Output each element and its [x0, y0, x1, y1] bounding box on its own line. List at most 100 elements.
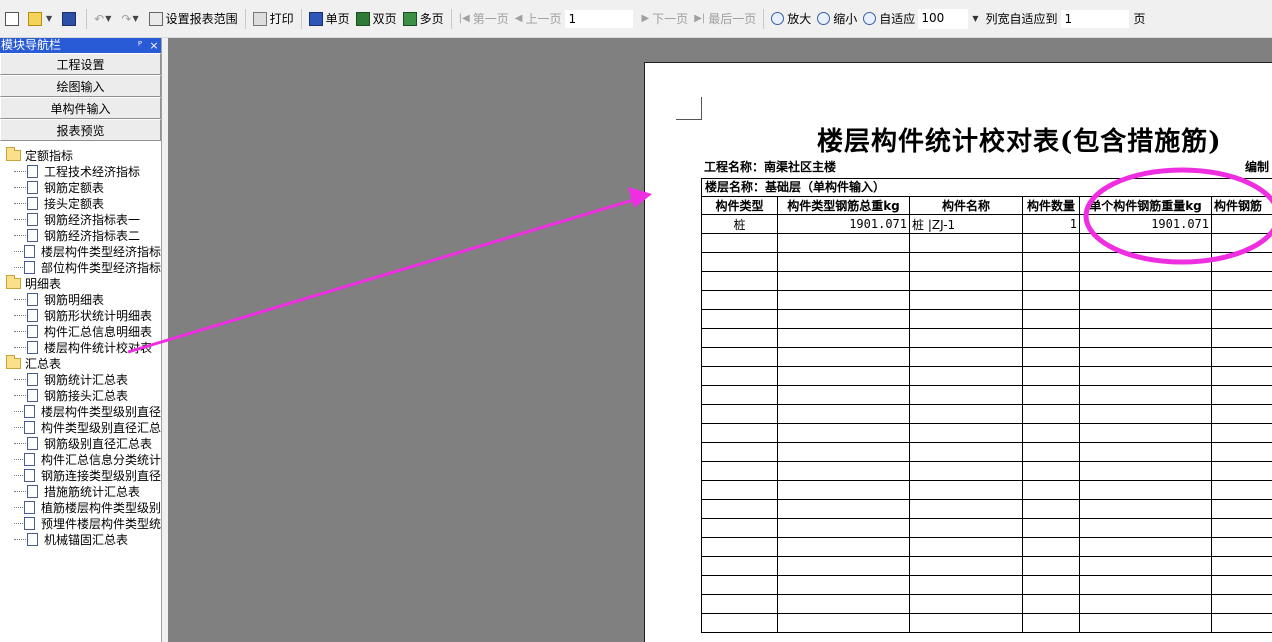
report-table: 构件类型 构件类型钢筋总重kg 构件名称 构件数量 单个构件钢筋重量kg 构件钢… [701, 196, 1272, 633]
tree-item[interactable]: 植筋楼层构件类型级别 [0, 499, 161, 515]
tree-item-floor-component-check[interactable]: 楼层构件统计校对表 [0, 339, 161, 355]
tree-connector [14, 394, 26, 396]
table-row-empty [701, 575, 1272, 595]
table-cell [1211, 328, 1272, 348]
set-range-button[interactable]: 设置报表范围 [146, 7, 241, 31]
next-page-button[interactable]: ▶ 下一页 [638, 7, 691, 31]
table-cell [1022, 423, 1080, 443]
redo-button[interactable]: ↷ ▼ [118, 7, 145, 31]
table-cell [909, 480, 1023, 500]
tree-item[interactable]: 构件类型级别直径汇总 [0, 419, 161, 435]
tree-item[interactable]: 措施筋统计汇总表 [0, 483, 161, 499]
document-icon [27, 532, 38, 546]
tree-item[interactable]: 机械锚固汇总表 [0, 531, 161, 547]
table-cell [1079, 290, 1212, 310]
open-dropdown-caret-icon[interactable]: ▼ [46, 14, 52, 23]
page-number-input[interactable] [564, 8, 635, 29]
tree-item[interactable]: 部位构件类型经济指标 [0, 259, 161, 275]
document-icon [27, 164, 38, 178]
document-icon [27, 308, 38, 322]
tree-connector [14, 522, 23, 524]
tree-group-detail-tables[interactable]: 明细表 [0, 274, 161, 291]
print-button[interactable]: 打印 [250, 7, 297, 31]
tree-item[interactable]: 接头定额表 [0, 195, 161, 211]
pin-icon[interactable]: ᴾ [133, 38, 147, 53]
table-cell [1022, 499, 1080, 519]
tree-item[interactable]: 工程技术经济指标 [0, 163, 161, 179]
close-icon[interactable]: × [147, 38, 161, 53]
table-cell [1022, 233, 1080, 253]
tree-item[interactable]: 钢筋统计汇总表 [0, 371, 161, 387]
tree-item[interactable]: 楼层构件类型经济指标 [0, 243, 161, 259]
fit-magnifier-icon [863, 12, 877, 25]
tree-connector [14, 474, 23, 476]
tree-item-label: 措施筋统计汇总表 [44, 484, 141, 499]
report-preview-area[interactable]: 楼层构件统计校对表(包含措施筋) 工程名称：南渠社区主楼 编制 楼层名称：基础层… [168, 38, 1272, 642]
nav-button-report-preview[interactable]: 报表预览 [0, 119, 161, 141]
table-cell [1079, 366, 1212, 386]
column-header: 构件类型 [701, 196, 778, 215]
range-icon [148, 11, 163, 26]
new-file-button[interactable] [2, 7, 25, 31]
save-button[interactable] [59, 7, 82, 31]
first-page-button[interactable]: |◀ 第一页 [456, 7, 512, 31]
tree-group-quota-indicators[interactable]: 定额指标 [0, 146, 161, 163]
undo-caret-icon[interactable]: ▼ [105, 14, 111, 23]
tree-item[interactable]: 楼层构件类型级别直径 [0, 403, 161, 419]
table-cell [1022, 518, 1080, 538]
table-cell [1079, 442, 1212, 462]
double-page-button[interactable]: 双页 [353, 7, 400, 31]
table-cell: 桩 |ZJ-1 [909, 214, 1023, 234]
fit-button[interactable]: 自适应 [860, 7, 918, 31]
toolbar-separator [763, 8, 765, 29]
tree-item[interactable]: 钢筋经济指标表二 [0, 227, 161, 243]
zoom-out-button[interactable]: 缩小 [814, 7, 860, 31]
tree-item[interactable]: 钢筋连接类型级别直径 [0, 467, 161, 483]
nav-button-drawing-input[interactable]: 绘图输入 [0, 75, 161, 97]
nav-button-single-component-input[interactable]: 单构件输入 [0, 97, 161, 119]
tree-group-summary-tables[interactable]: 汇总表 [0, 354, 161, 371]
zoom-select[interactable]: 100 ▼ [918, 8, 982, 29]
zoom-in-button[interactable]: 放大 [768, 7, 814, 31]
nav-button-project-settings[interactable]: 工程设置 [0, 53, 161, 75]
single-page-button[interactable]: 单页 [306, 7, 353, 31]
table-cell [1022, 347, 1080, 367]
tree-item[interactable]: 钢筋形状统计明细表 [0, 307, 161, 323]
tree-item[interactable]: 构件汇总信息明细表 [0, 323, 161, 339]
tree-item-label: 构件汇总信息明细表 [44, 324, 153, 339]
multi-page-button[interactable]: 多页 [400, 7, 447, 31]
page-suffix-label: 页 [1133, 12, 1146, 26]
table-cell [1079, 423, 1212, 443]
table-cell [1079, 594, 1212, 614]
table-cell [1079, 518, 1212, 538]
last-page-button[interactable]: ▶| 最后一页 [691, 7, 759, 31]
table-cell [777, 480, 910, 500]
tree-item-label: 构件类型级别直径汇总 [40, 420, 161, 435]
tree-connector [14, 458, 23, 460]
tree-item[interactable]: 钢筋明细表 [0, 291, 161, 307]
column-header: 构件名称 [909, 196, 1023, 215]
zoom-dropdown-icon[interactable]: ▼ [972, 14, 978, 23]
open-file-button[interactable]: ▼ [25, 7, 59, 31]
col-fit-input[interactable] [1060, 8, 1131, 29]
table-cell [1079, 347, 1212, 367]
table-cell [1079, 309, 1212, 329]
tree-item[interactable]: 构件汇总信息分类统计 [0, 451, 161, 467]
prev-page-label: 上一页 [525, 12, 562, 26]
tree-item[interactable]: 钢筋经济指标表一 [0, 211, 161, 227]
tree-item[interactable]: 预埋件楼层构件类型统 [0, 515, 161, 531]
prev-page-button[interactable]: ◀ 上一页 [512, 7, 565, 31]
redo-caret-icon[interactable]: ▼ [132, 14, 138, 23]
tree-item[interactable]: 钢筋接头汇总表 [0, 387, 161, 403]
table-cell [909, 290, 1023, 310]
report-tree: 定额指标 工程技术经济指标 钢筋定额表 接头定额表 钢筋经济指标表一 钢筋经济指… [0, 141, 161, 547]
table-cell [777, 594, 910, 614]
tree-connector [14, 506, 23, 508]
table-cell [777, 290, 910, 310]
table-cell [1022, 309, 1080, 329]
undo-button[interactable]: ↶ ▼ [91, 7, 118, 31]
tree-item[interactable]: 钢筋定额表 [0, 179, 161, 195]
prev-page-icon: ◀ [514, 13, 523, 24]
table-cell [909, 385, 1023, 405]
tree-item[interactable]: 钢筋级别直径汇总表 [0, 435, 161, 451]
